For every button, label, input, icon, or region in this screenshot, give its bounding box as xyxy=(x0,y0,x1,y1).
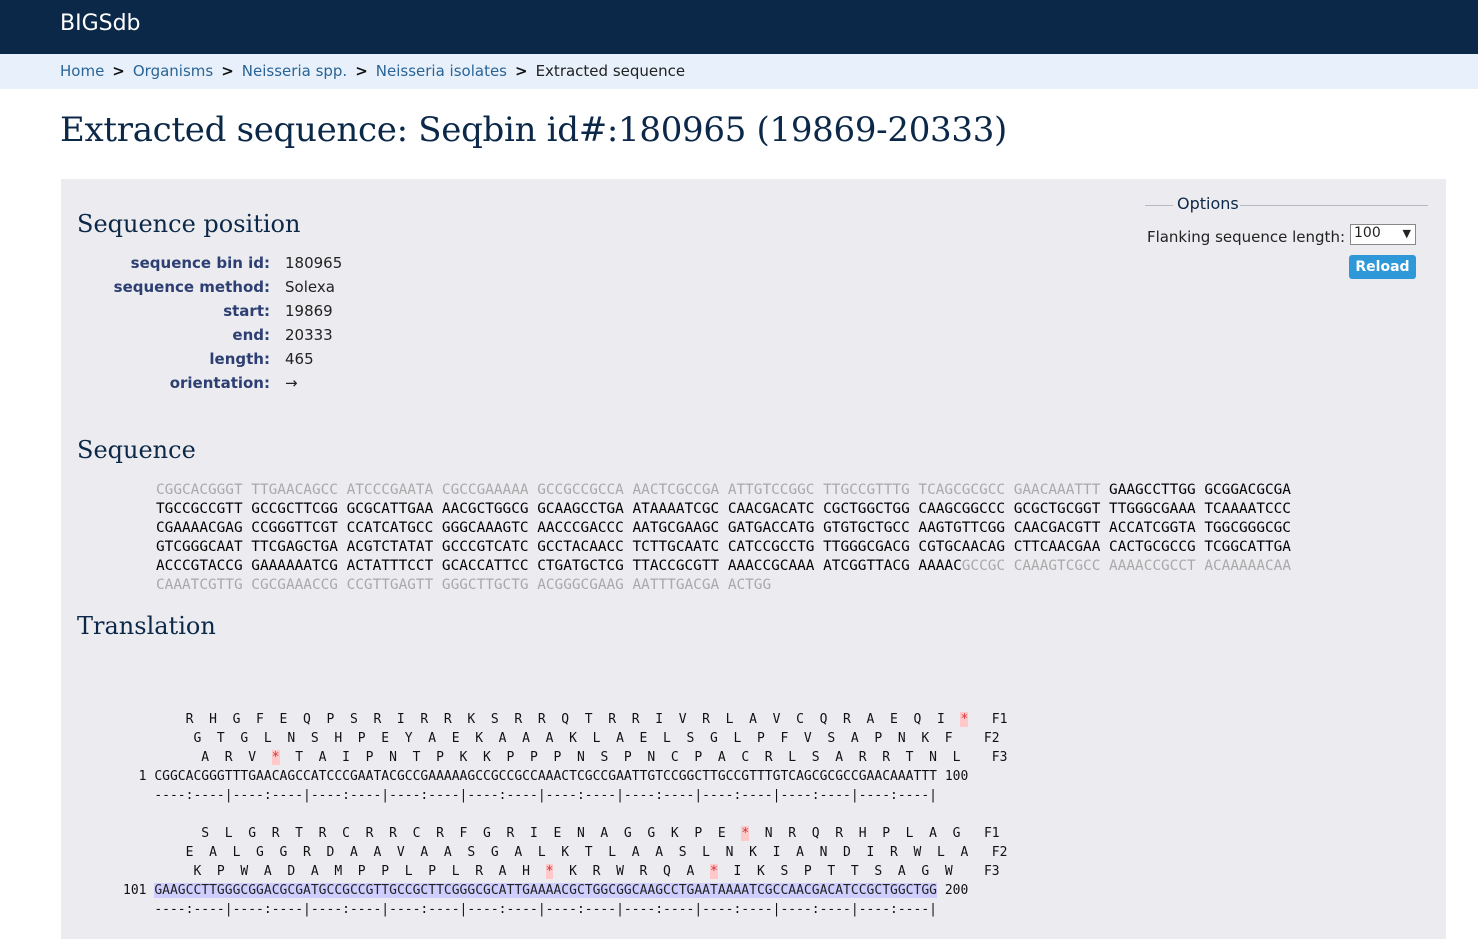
field-value-length: 465 xyxy=(285,350,314,368)
brand-logo[interactable]: BIGSdb xyxy=(60,11,141,36)
field-label-orientation: orientation: xyxy=(169,374,270,392)
field-value-end: 20333 xyxy=(285,326,333,344)
sequence-position-heading: Sequence position xyxy=(77,210,301,238)
page-title: Extracted sequence: Seqbin id#:180965 (1… xyxy=(60,110,1007,150)
field-row: start: 19869 xyxy=(61,302,461,326)
extracted-sequence: TGCCGCCGTT GCCGCTTCGG GCGCATTGAA AACGCTG… xyxy=(156,501,1291,517)
stop-codon: * xyxy=(960,712,969,727)
flank-length-value: 100 xyxy=(1354,225,1381,241)
options-legend: Options xyxy=(1177,194,1239,213)
translation-start-position: 1 xyxy=(123,769,147,784)
content-panel: Sequence position sequence bin id: 180965… xyxy=(61,179,1446,939)
translation-frame: S L G R T R C R R C R F G R I E N A G G … xyxy=(123,826,1000,841)
stop-codon: * xyxy=(271,750,280,765)
options-divider xyxy=(1240,205,1428,206)
breadcrumb-extracted-sequence: Extracted sequence xyxy=(535,62,686,80)
sequence-heading: Sequence xyxy=(77,436,196,464)
translation-ruler: ----:----|----:----|----:----|----:----|… xyxy=(123,900,1007,919)
sequence-line: ACCCGTACCG GAAAAAATCG ACTATTTCCT GCACCAT… xyxy=(156,557,1291,576)
translation-end-position: 100 xyxy=(944,769,969,784)
stop-codon: * xyxy=(545,864,554,879)
field-value-start: 19869 xyxy=(285,302,333,320)
top-navbar: BIGSdb xyxy=(0,0,1478,54)
flanking-sequence: CGGCACGGGT TTGAACAGCC ATCCCGAATA CGCCGAA… xyxy=(156,482,1110,498)
field-row: sequence bin id: 180965 xyxy=(61,254,461,278)
translation-end-position: 200 xyxy=(944,883,969,898)
breadcrumb-separator: > xyxy=(355,62,368,80)
flank-length-select[interactable]: 100 ▼ xyxy=(1350,224,1416,245)
translation-display: R H G F E Q P S R I R R K S R R Q T R R … xyxy=(123,710,1007,919)
breadcrumb-trail: Home > Organisms > Neisseria spp. > Neisseria … xyxy=(60,62,685,80)
reload-button[interactable]: Reload xyxy=(1349,255,1416,279)
field-label-sequence-bin-id: sequence bin id: xyxy=(130,254,270,272)
sequence-line: CGAAAACGAG CCGGGTTCGT CCATCATGCC GGGCAAA… xyxy=(156,519,1291,538)
field-label-length: length: xyxy=(209,350,270,368)
translation-ruler: ----:----|----:----|----:----|----:----|… xyxy=(123,786,1007,805)
translation-sequence-line: 101 GAAGCCTTGGGCGGACGCGATGCCGCCGTTGCCGCT… xyxy=(123,881,1007,900)
sequence-line: CGGCACGGGT TTGAACAGCC ATCCCGAATA CGCCGAA… xyxy=(156,481,1291,500)
field-value-orientation: → xyxy=(285,374,298,392)
ruler-marks: ----:----|----:----|----:----|----:----|… xyxy=(154,788,937,803)
field-label-start: start: xyxy=(223,302,270,320)
extracted-sequence: GTCGGGCAAT TTCGAGCTGA ACGTCTATAT GCCCGTC… xyxy=(156,539,1291,555)
field-row: length: 465 xyxy=(61,350,461,374)
chevron-down-icon: ▼ xyxy=(1402,227,1411,240)
breadcrumb-separator: > xyxy=(515,62,528,80)
translation-block: R H G F E Q P S R I R R K S R R Q T R R … xyxy=(123,710,1007,805)
translation-sequence-line: 1 CGGCACGGGTTTGAACAGCCATCCCGAATACGCCGAAA… xyxy=(123,767,1007,786)
breadcrumb-separator: > xyxy=(112,62,125,80)
translation-start-position: 101 xyxy=(123,883,147,898)
sequence-line: GTCGGGCAAT TTCGAGCTGA ACGTCTATAT GCCCGTC… xyxy=(156,538,1291,557)
breadcrumb-home[interactable]: Home xyxy=(60,62,104,80)
translation-sequence: CGGCACGGGTTTGAACAGCCATCCCGAATACGCCGAAAAA… xyxy=(154,769,937,784)
breadcrumb: Home > Organisms > Neisseria spp. > Neisseria … xyxy=(0,54,1478,89)
sequence-line: TGCCGCCGTT GCCGCTTCGG GCGCATTGAA AACGCTG… xyxy=(156,500,1291,519)
field-label-sequence-method: sequence method: xyxy=(113,278,270,296)
field-value-sequence-bin-id: 180965 xyxy=(285,254,343,272)
translation-frame: K P W A D A M P P L P L R A H * K R W R … xyxy=(123,864,1000,879)
translation-frame: R H G F E Q P S R I R R K S R R Q T R R … xyxy=(123,712,1008,727)
sequence-display: CGGCACGGGT TTGAACAGCC ATCCCGAATA CGCCGAA… xyxy=(156,481,1291,595)
translation-frame: E A L G G R D A A V A A S G A L K T L A … xyxy=(123,845,1008,860)
flank-length-label: Flanking sequence length: xyxy=(1146,228,1345,246)
flanking-sequence: CAAATCGTTG CGCGAAACCG CCGTTGAGTT GGGCTTG… xyxy=(156,577,772,593)
extracted-sequence: GAAGCCTTGG GCGGACGCGA xyxy=(1109,482,1291,498)
options-divider xyxy=(1145,205,1173,206)
extracted-sequence: ACCCGTACCG GAAAAAATCG ACTATTTCCT GCACCAT… xyxy=(156,558,962,574)
stop-codon: * xyxy=(710,864,718,879)
field-row: orientation: → xyxy=(61,374,461,398)
field-label-end: end: xyxy=(232,326,270,344)
extracted-sequence: CGAAAACGAG CCGGGTTCGT CCATCATGCC GGGCAAA… xyxy=(156,520,1291,536)
field-row: end: 20333 xyxy=(61,326,461,350)
breadcrumb-neisseria-isolates[interactable]: Neisseria isolates xyxy=(376,62,507,80)
stop-codon: * xyxy=(741,826,750,841)
breadcrumb-separator: > xyxy=(221,62,234,80)
field-value-sequence-method: Solexa xyxy=(285,278,335,296)
flanking-sequence: GCCGC CAAAGTCGCC AAAACCGCCT ACAAAAACAA xyxy=(961,558,1291,574)
field-row: sequence method: Solexa xyxy=(61,278,461,302)
breadcrumb-organisms[interactable]: Organisms xyxy=(133,62,213,80)
translation-sequence-highlighted: GAAGCCTTGGGCGGACGCGATGCCGCCGTTGCCGCTTCGG… xyxy=(154,883,937,898)
sequence-position-list: sequence bin id: 180965 sequence method: So… xyxy=(61,254,461,398)
options-panel: Options Flanking sequence length: 100 ▼ … xyxy=(1145,193,1428,283)
translation-heading: Translation xyxy=(77,612,216,640)
translation-block: S L G R T R C R R C R F G R I E N A G G … xyxy=(123,824,1007,919)
sequence-line: CAAATCGTTG CGCGAAACCG CCGTTGAGTT GGGCTTG… xyxy=(156,576,1291,595)
translation-frame: A R V * T A I P N T P K K P P P N S P N … xyxy=(123,750,1008,765)
ruler-marks: ----:----|----:----|----:----|----:----|… xyxy=(154,902,937,917)
breadcrumb-neisseria-spp[interactable]: Neisseria spp. xyxy=(242,62,347,80)
translation-frame: G T G L N S H P E Y A E K A A A K L A E … xyxy=(123,731,1000,746)
